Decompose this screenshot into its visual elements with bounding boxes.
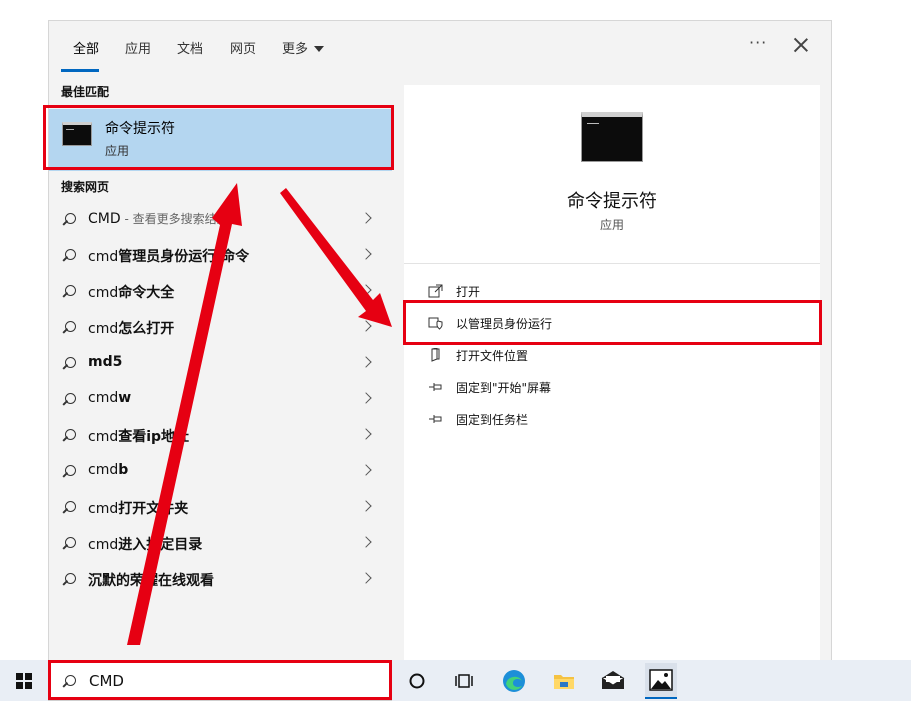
chevron-right-icon[interactable] bbox=[360, 428, 372, 440]
action-open-file-location[interactable]: 打开文件位置 bbox=[404, 339, 820, 371]
suggestion-text: cmd查看ip地址 bbox=[88, 429, 190, 445]
web-suggestion-item[interactable]: cmd进入指定目录 bbox=[49, 525, 392, 561]
action-pin-to-taskbar[interactable]: 固定到任务栏 bbox=[404, 403, 820, 435]
suggestion-text: CMD - 查看更多搜索结果 bbox=[88, 211, 229, 227]
chevron-right-icon[interactable] bbox=[360, 536, 372, 548]
chevron-right-icon[interactable] bbox=[360, 572, 372, 584]
taskbar: CMD bbox=[0, 660, 911, 701]
detail-title: 命令提示符 bbox=[567, 191, 657, 212]
action-pin-to-start[interactable]: 固定到"开始"屏幕 bbox=[404, 371, 820, 403]
divider bbox=[404, 263, 820, 264]
search-icon bbox=[63, 213, 76, 226]
chevron-right-icon[interactable] bbox=[360, 212, 372, 224]
web-suggestion-item[interactable]: cmdb bbox=[49, 453, 392, 489]
detail-subtitle: 应用 bbox=[599, 218, 624, 232]
photos-taskbar-button[interactable] bbox=[645, 663, 677, 699]
action-run-as-admin[interactable]: 以管理员身份运行 bbox=[404, 307, 820, 339]
suggestion-text: 沉默的荣耀在线观看 bbox=[88, 573, 214, 589]
chevron-right-icon[interactable] bbox=[360, 320, 372, 332]
search-icon bbox=[63, 249, 76, 262]
web-suggestion-item[interactable]: cmdw bbox=[49, 381, 392, 417]
web-suggestion-item[interactable]: cmd查看ip地址 bbox=[49, 417, 392, 453]
more-options-icon[interactable]: ··· bbox=[749, 33, 767, 52]
search-icon bbox=[63, 393, 76, 406]
pin-icon bbox=[429, 415, 442, 423]
best-match-subtitle: 应用 bbox=[105, 144, 130, 158]
web-suggestion-item[interactable]: cmd命令大全 bbox=[49, 273, 392, 309]
search-icon bbox=[63, 285, 76, 298]
suggestion-text: cmd打开文件夹 bbox=[88, 501, 189, 517]
taskbar-search-input[interactable]: CMD bbox=[48, 660, 392, 701]
search-icon bbox=[63, 537, 76, 550]
filter-tabs: 全部 应用 文档 网页 更多 ··· bbox=[49, 21, 831, 73]
suggestion-text: md5 bbox=[88, 354, 123, 370]
web-suggestion-item[interactable]: CMD - 查看更多搜索结果 bbox=[49, 201, 392, 237]
command-prompt-icon bbox=[62, 122, 92, 146]
web-suggestion-item[interactable]: md5 bbox=[49, 345, 392, 381]
caret-down-icon bbox=[314, 45, 325, 52]
search-icon bbox=[63, 573, 76, 586]
suggestion-text: cmdw bbox=[88, 390, 132, 406]
web-suggestion-item[interactable]: cmd打开文件夹 bbox=[49, 489, 392, 525]
active-tab-indicator bbox=[61, 69, 99, 72]
file-explorer-icon[interactable] bbox=[549, 666, 579, 696]
suggestion-text: cmd进入指定目录 bbox=[88, 537, 203, 553]
detail-pane: 命令提示符 应用 打开 以管理员身份运行 打开文件位置 固定到"开始"屏幕 固定… bbox=[404, 85, 820, 661]
search-icon bbox=[63, 675, 76, 688]
action-open[interactable]: 打开 bbox=[404, 275, 820, 307]
best-match-item[interactable]: 命令提示符 应用 bbox=[49, 109, 392, 171]
folder-icon bbox=[431, 348, 440, 362]
action-label: 打开 bbox=[456, 285, 481, 299]
web-suggestion-item[interactable]: 沉默的荣耀在线观看 bbox=[49, 561, 392, 597]
tab-more-label: 更多 bbox=[282, 42, 309, 57]
suggestion-text: cmdb bbox=[88, 462, 129, 478]
tab-all[interactable]: 全部 bbox=[73, 38, 99, 57]
chevron-right-icon[interactable] bbox=[360, 464, 372, 476]
shield-icon bbox=[428, 317, 443, 330]
search-icon bbox=[63, 501, 76, 514]
web-suggestion-item[interactable]: cmd怎么打开 bbox=[49, 309, 392, 345]
edge-icon[interactable] bbox=[499, 666, 529, 696]
tab-web[interactable]: 网页 bbox=[230, 38, 256, 57]
open-icon bbox=[428, 284, 443, 298]
action-label: 固定到"开始"屏幕 bbox=[456, 381, 552, 395]
windows-start-icon[interactable] bbox=[16, 673, 32, 689]
close-icon[interactable] bbox=[791, 35, 811, 55]
search-icon bbox=[63, 357, 76, 370]
best-match-title: 命令提示符 bbox=[105, 121, 175, 137]
chevron-right-icon[interactable] bbox=[360, 500, 372, 512]
tab-apps[interactable]: 应用 bbox=[125, 38, 151, 57]
pin-icon bbox=[429, 383, 442, 391]
search-icon bbox=[63, 465, 76, 478]
chevron-right-icon[interactable] bbox=[360, 356, 372, 368]
mail-icon[interactable] bbox=[598, 666, 628, 696]
search-icon bbox=[63, 321, 76, 334]
search-icon bbox=[63, 429, 76, 442]
chevron-right-icon[interactable] bbox=[360, 284, 372, 296]
chevron-right-icon[interactable] bbox=[360, 248, 372, 260]
suggestion-text: cmd管理员身份运行 命令 bbox=[88, 249, 250, 265]
tab-documents[interactable]: 文档 bbox=[177, 38, 203, 57]
web-suggestion-list: CMD - 查看更多搜索结果 cmd管理员身份运行 命令 cmd命令大全 cmd… bbox=[49, 201, 392, 597]
photos-icon bbox=[649, 669, 673, 691]
suggestion-text: cmd怎么打开 bbox=[88, 321, 175, 337]
action-label: 固定到任务栏 bbox=[456, 413, 529, 427]
chevron-right-icon[interactable] bbox=[360, 392, 372, 404]
cortana-icon[interactable] bbox=[402, 666, 432, 696]
action-label: 打开文件位置 bbox=[456, 349, 529, 363]
web-suggestion-item[interactable]: cmd管理员身份运行 命令 bbox=[49, 237, 392, 273]
screen: 全部 应用 文档 网页 更多 ··· 最佳匹配 命令提示符 应用 搜索网页 CM… bbox=[0, 0, 911, 701]
task-view-icon[interactable] bbox=[450, 666, 480, 696]
web-search-heading: 搜索网页 bbox=[61, 180, 110, 194]
suggestion-text: cmd命令大全 bbox=[88, 285, 175, 301]
command-prompt-icon bbox=[581, 112, 643, 162]
best-match-heading: 最佳匹配 bbox=[61, 85, 110, 99]
search-flyout: 全部 应用 文档 网页 更多 ··· 最佳匹配 命令提示符 应用 搜索网页 CM… bbox=[48, 20, 832, 661]
action-label: 以管理员身份运行 bbox=[456, 317, 553, 331]
tab-more[interactable]: 更多 bbox=[282, 38, 325, 57]
search-query: CMD bbox=[89, 672, 124, 690]
